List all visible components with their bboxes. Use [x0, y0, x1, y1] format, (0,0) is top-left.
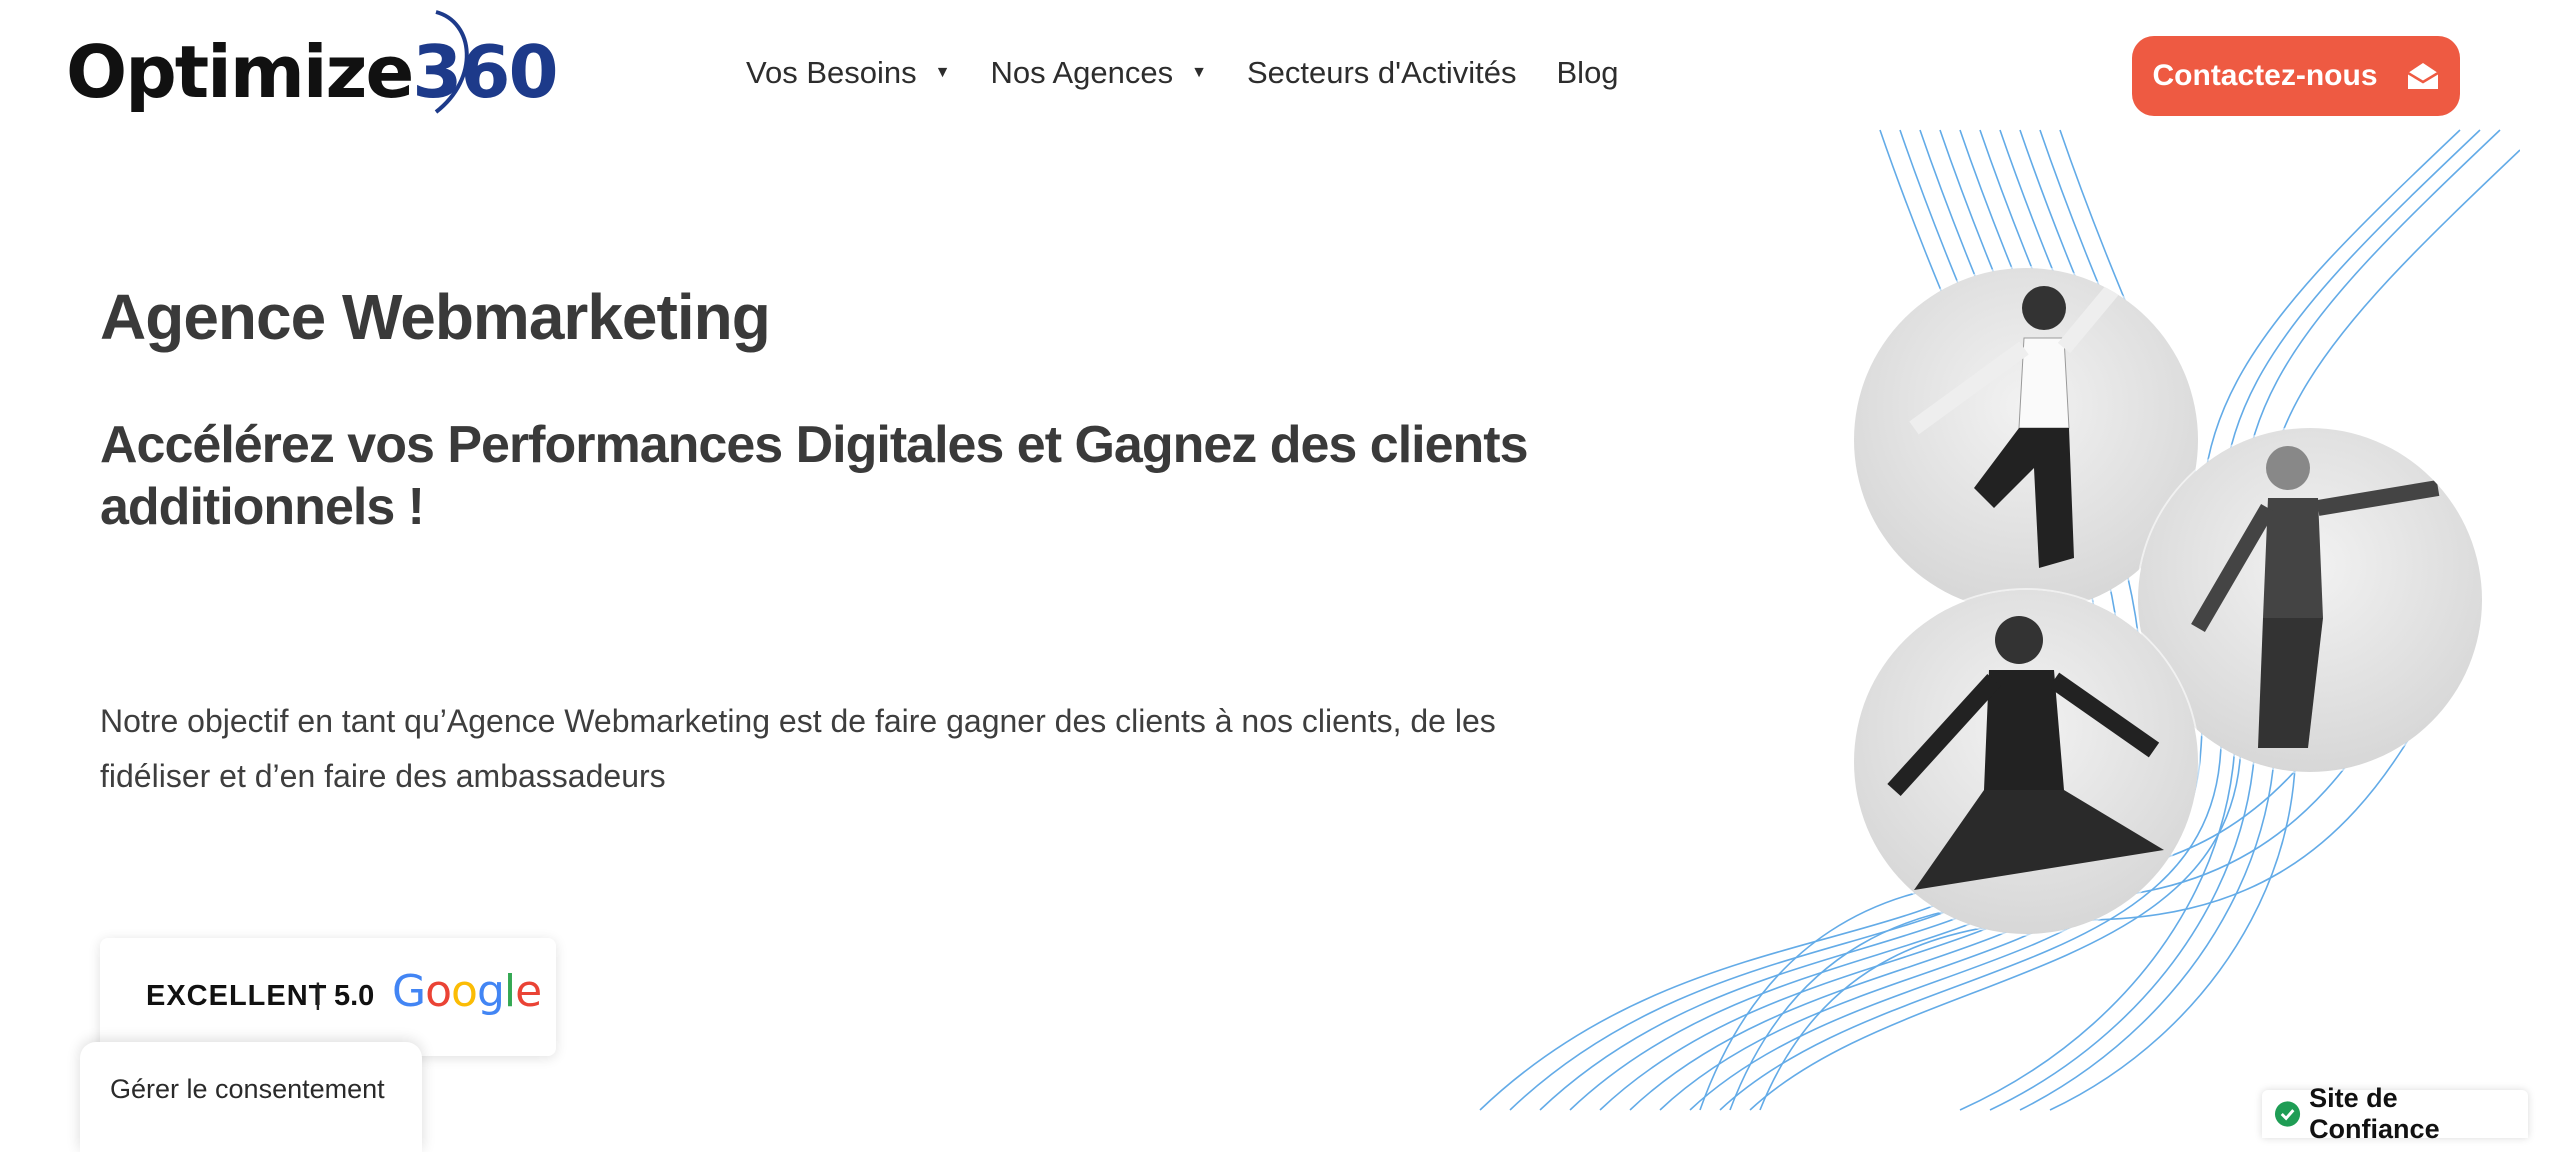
logo-word: Optimize	[66, 30, 414, 114]
nav-label: Blog	[1556, 55, 1619, 90]
main-nav: Vos Besoins ▼ Nos Agences ▼ Secteurs d'A…	[746, 50, 1659, 96]
contact-button-label: Contactez-nous	[2152, 59, 2378, 92]
nav-secteurs[interactable]: Secteurs d'Activités	[1247, 55, 1517, 91]
google-logo: Google	[392, 966, 542, 1017]
chevron-down-icon: ▼	[934, 64, 951, 81]
nav-label: Secteurs d'Activités	[1246, 55, 1517, 90]
check-circle-icon	[2274, 1101, 2301, 1127]
rating-label: EXCELLENT	[146, 980, 328, 1012]
hero-description: Notre objectif en tant qu’Agence Webmark…	[100, 703, 1496, 794]
logo[interactable]: Optimize360	[66, 8, 559, 118]
rating-score: 5.0	[334, 980, 375, 1012]
trust-badge[interactable]: Site de Confiance	[2262, 1083, 2528, 1144]
chevron-down-icon: ▼	[1191, 64, 1207, 81]
trust-badge-label: Site de Confiance	[2309, 1083, 2440, 1144]
logo-arc-icon	[434, 10, 469, 114]
team-photo-3	[1854, 590, 2198, 934]
rating-separator: |	[314, 978, 322, 1011]
google-rating-badge[interactable]: EXCELLENT | 5.0 Google	[100, 938, 556, 1056]
nav-nos-agences[interactable]: Nos Agences ▼	[990, 55, 1207, 91]
nav-label: Vos Besoins	[746, 55, 917, 90]
nav-label: Nos Agences	[990, 55, 1174, 90]
page-title: Agence Webmarketing	[100, 281, 771, 353]
contact-button[interactable]: Contactez-nous	[2132, 36, 2460, 116]
envelope-open-icon	[2406, 63, 2439, 89]
person-jumping-icon	[1887, 616, 2164, 890]
manage-consent-button[interactable]: Gérer le consentement	[80, 1042, 422, 1152]
hero-subtitle: Accélérez vos Performances Digitales et …	[100, 416, 1529, 536]
consent-label: Gérer le consentement	[110, 1074, 385, 1104]
nav-vos-besoins[interactable]: Vos Besoins ▼	[746, 55, 950, 91]
nav-blog[interactable]: Blog	[1557, 55, 1619, 91]
